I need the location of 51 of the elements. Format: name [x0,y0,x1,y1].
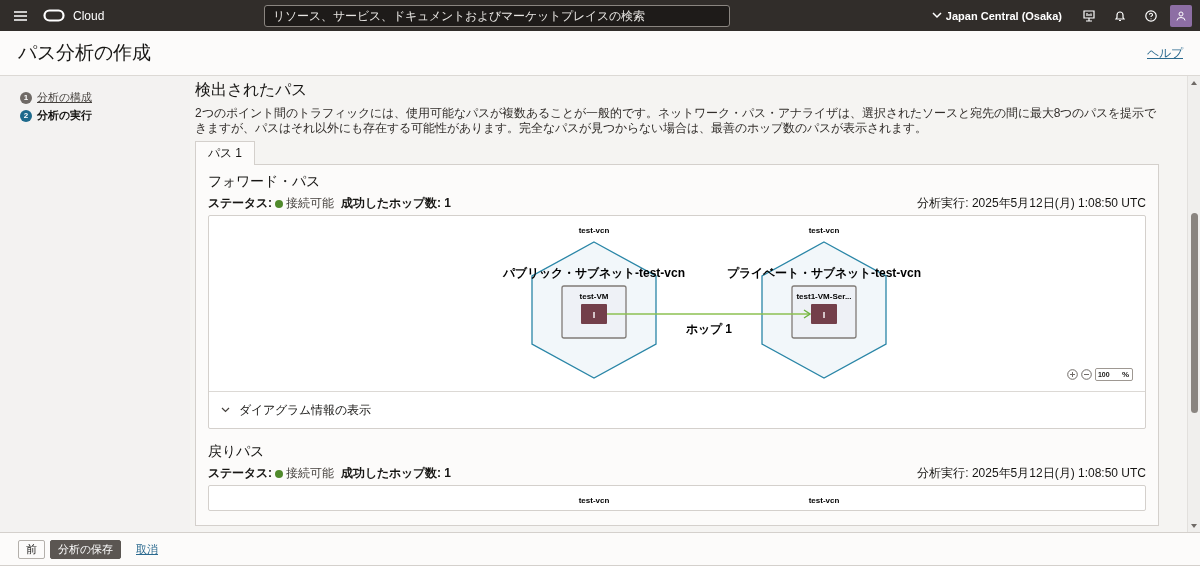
instance-icon[interactable] [581,304,607,324]
section-title: フォワード・パス [208,173,321,191]
page-title: パス分析の作成 [18,41,151,65]
search-field[interactable]: リソース、サービス、ドキュメントおよびマーケットプレイスの検索 [264,4,731,27]
brand-name[interactable]: Cloud [73,8,105,23]
instance-icon[interactable] [811,304,837,324]
chevron-down-icon[interactable] [931,12,942,19]
step-number: 2 [20,109,32,122]
footer-button[interactable]: 分析の保存 [50,539,121,559]
step-number: 1 [20,91,32,104]
step-item[interactable]: 2 分析の実行 [20,108,92,123]
logo-icon[interactable] [43,9,65,22]
zoom-out-icon[interactable] [1080,369,1092,380]
run-time: 分析実行: 2025年5月12日(月) 1:08:50 UTC [917,195,1146,212]
vcn-label: test-vcn [578,496,610,505]
instance-name: test-VM [579,292,609,301]
path-tab[interactable]: パス 1 [195,141,255,165]
section-heading: 検出されたパス [195,80,308,100]
menu-icon[interactable] [14,10,27,21]
bell-icon[interactable] [1114,9,1126,22]
step-label: 分析の構成 [37,90,92,105]
status-label: ステータス: [208,195,272,212]
status-dot [275,469,283,478]
hop-count: 成功したホップ数: 1 [341,195,451,212]
help-icon[interactable] [1145,9,1157,22]
run-time: 分析実行: 2025年5月12日(月) 1:08:50 UTC [917,465,1146,482]
vcn-label: test-vcn [808,226,840,235]
instance-glyph: I [822,310,826,320]
footer-button[interactable]: 前 [18,539,45,559]
step-label: 分析の実行 [37,108,92,123]
status-label: ステータス: [208,465,272,482]
vcn-label: test-vcn [808,496,840,505]
help-link[interactable]: ヘルプ [1147,44,1183,62]
hop-label: ホップ 1 [686,322,732,336]
section-title: 戻りパス [208,443,265,461]
status-value: 接続可能 [286,195,334,212]
zoom-in-icon[interactable] [1066,369,1078,380]
vcn-label: test-vcn [578,226,610,235]
hop-count: 成功したホップ数: 1 [341,465,451,482]
region-selector[interactable]: Japan Central (Osaka) [945,9,1062,22]
instance-glyph: I [592,310,596,320]
description-text: 2つのポイント間のトラフィックには、使用可能なパスが複数あることが一般的です。ネットワーク・パス・アナライザは、選択されたソースと宛先の間に最大8つのパスを提示できますが、パスはそれ以外にも存在する可能性があります。完全なパスが見つからない場合は、最善のホップ数のパスが表示されます。 [195,106,1158,136]
cancel-link[interactable]: 取消 [129,539,165,559]
user-avatar[interactable] [1170,4,1192,27]
monitor-icon[interactable] [1083,9,1095,22]
instance-name: test1-VM-Ser... [796,292,852,301]
status-value: 接続可能 [286,465,334,482]
details-toggle[interactable]: ダイアグラム情報の表示 [209,391,1145,428]
status-dot [275,199,283,208]
chevron-down-icon [221,407,230,413]
step-item[interactable]: 1 分析の構成 [20,90,92,105]
